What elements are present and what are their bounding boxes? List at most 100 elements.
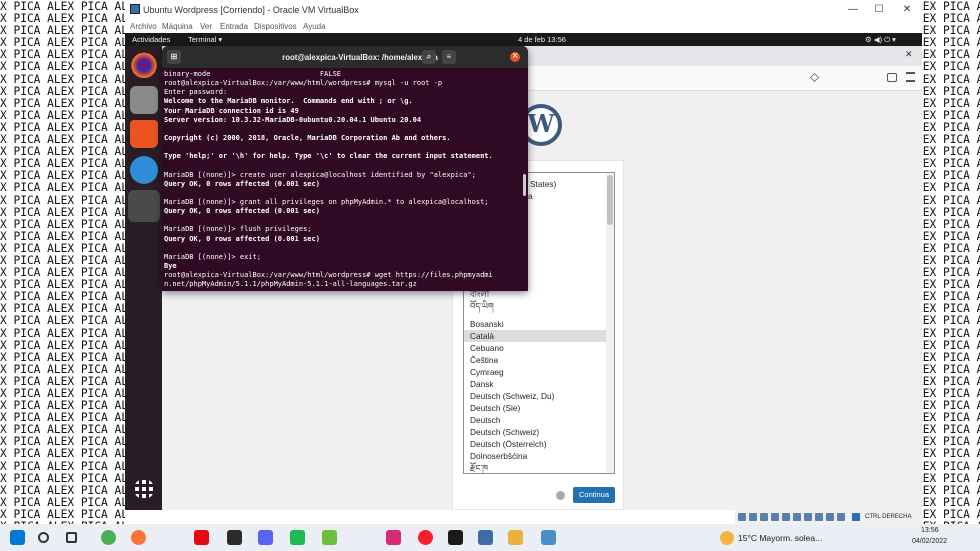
terminal-close-button[interactable]: ✕ <box>510 52 520 62</box>
menu-maquina[interactable]: Máquina <box>162 22 193 31</box>
optical-icon[interactable] <box>749 513 757 521</box>
clock[interactable]: 4 de feb 13:56 <box>518 35 566 44</box>
hdd-icon[interactable] <box>738 513 746 521</box>
language-option[interactable]: Deutsch (Schweiz, Du) <box>464 390 606 402</box>
audio-icon[interactable] <box>760 513 768 521</box>
instagram-icon[interactable] <box>386 530 401 545</box>
shared-folders-icon[interactable] <box>793 513 801 521</box>
menu-ver[interactable]: Ver <box>200 22 212 31</box>
start-icon[interactable] <box>10 530 25 545</box>
terminal-line: Type 'help;' or '\h' for help. Type '\c'… <box>164 152 493 161</box>
firefox-close-icon[interactable]: ✕ <box>905 51 914 60</box>
terminal-line: MariaDB [(none)]> flush privileges; <box>164 225 312 234</box>
menu-dispositivos[interactable]: Dispositivos <box>254 22 297 31</box>
bluestacks-icon[interactable] <box>322 530 337 545</box>
spinner-icon <box>556 491 565 500</box>
vbox-status-bar: CTRL DERECHA <box>735 510 922 524</box>
activities-button[interactable]: Actividades <box>132 35 170 44</box>
language-option[interactable]: Cymraeg <box>464 366 606 378</box>
software-center-icon[interactable] <box>130 120 158 148</box>
ubuntu-dock <box>125 46 162 510</box>
taskbar-time[interactable]: 13:56 <box>921 527 939 534</box>
terminal-app-menu[interactable]: Terminal ▾ <box>188 35 222 44</box>
hamburger-menu-icon[interactable]: ≡ <box>442 50 456 64</box>
usb-icon[interactable] <box>782 513 790 521</box>
firefox-icon[interactable] <box>130 50 158 78</box>
language-scrollbar[interactable] <box>606 173 614 473</box>
host-key-label: CTRL DERECHA <box>865 514 912 520</box>
terminal-title: root@alexpica-VirtualBox: /home/alexpica <box>282 53 438 62</box>
language-option[interactable]: Deutsch (Sie) <box>464 402 606 414</box>
system-menu[interactable]: ⚙ ◀) ⏻ ▾ <box>865 35 896 45</box>
pocket-icon[interactable] <box>887 73 897 82</box>
chrome-icon[interactable] <box>101 530 116 545</box>
language-option[interactable]: Bosanski <box>464 318 606 330</box>
task-view-icon[interactable] <box>66 532 77 543</box>
netflix-icon[interactable] <box>194 530 209 545</box>
terminal-line: Copyright (c) 2000, 2018, Oracle, MariaD… <box>164 133 451 142</box>
terminal-line: MariaDB [(none)]> create user alexpica@l… <box>164 170 476 179</box>
epic-games-icon[interactable] <box>227 530 242 545</box>
terminal-line: root@alexpica-VirtualBox:/var/www/html/w… <box>164 79 443 88</box>
weather-icon[interactable] <box>720 531 734 545</box>
terminal-output[interactable]: binary-mode FALSE root@alexpica-VirtualBo… <box>162 70 522 291</box>
search-icon[interactable] <box>38 532 49 543</box>
close-button[interactable]: ✕ <box>893 2 921 18</box>
terminal-headerbar[interactable]: ⊞ root@alexpica-VirtualBox: /home/alexpi… <box>162 46 528 68</box>
network-icon[interactable] <box>771 513 779 521</box>
language-option[interactable]: Cebuano <box>464 342 606 354</box>
minimize-button[interactable]: — <box>839 2 867 18</box>
vm-menubar: Archivo Máquina Ver Entrada Dispositivos… <box>125 20 922 33</box>
display-icon[interactable] <box>804 513 812 521</box>
language-option[interactable]: བོད་ཡིག <box>464 300 606 312</box>
menu-archivo[interactable]: Archivo <box>130 22 157 31</box>
terminal-line: Query OK, 0 rows affected (0.001 sec) <box>164 207 320 216</box>
files-icon[interactable] <box>130 86 158 114</box>
maximize-button[interactable]: ☐ <box>865 2 893 18</box>
language-option[interactable]: Deutsch (Österreich) <box>464 438 606 450</box>
files-icon[interactable] <box>508 530 523 545</box>
terminal-line: binary-mode FALSE <box>164 70 342 78</box>
taskbar-date[interactable]: 04/02/2022 <box>912 538 947 545</box>
ubisoft-icon[interactable] <box>448 530 463 545</box>
gnome-top-bar: Actividades Terminal ▾ 4 de feb 13:56 ⚙ … <box>125 33 922 46</box>
continue-button[interactable]: Continua <box>573 487 615 503</box>
keyboard-capture-icon[interactable] <box>852 513 860 521</box>
menu-entrada[interactable]: Entrada <box>220 22 248 31</box>
terminal-line: Bye <box>164 261 177 270</box>
system-tray: 15°C Mayorm. solea... 13:56 04/02/2022 <box>716 524 980 551</box>
opera-icon[interactable] <box>418 530 433 545</box>
help-icon[interactable] <box>130 156 158 184</box>
mouse-icon[interactable] <box>837 513 845 521</box>
menu-ayuda[interactable]: Ayuda <box>303 22 326 31</box>
language-option[interactable]: Català <box>464 330 606 342</box>
weather-text[interactable]: 15°C Mayorm. solea... <box>738 533 822 543</box>
language-option[interactable]: Čeština <box>464 354 606 366</box>
recording-icon[interactable] <box>815 513 823 521</box>
show-apps-icon[interactable] <box>135 480 153 498</box>
terminal-line: root@alexpica-VirtualBox:/var/www/html/w… <box>164 271 493 280</box>
virtualbox-icon[interactable] <box>478 530 493 545</box>
language-option[interactable]: Deutsch <box>464 414 606 426</box>
notepad-icon[interactable] <box>541 530 556 545</box>
language-option[interactable]: Dansk <box>464 378 606 390</box>
terminal-line: Server version: 10.3.32-MariaDB-0ubuntu0… <box>164 115 422 124</box>
terminal-window[interactable]: ⊞ root@alexpica-VirtualBox: /home/alexpi… <box>162 46 528 291</box>
terminal-line: Enter password: <box>164 88 228 97</box>
language-option[interactable]: Deutsch (Schweiz) <box>464 426 606 438</box>
cpu-icon[interactable] <box>826 513 834 521</box>
search-icon[interactable]: ⌕ <box>422 50 436 64</box>
menu-icon[interactable] <box>906 72 915 82</box>
terminal-line: Query OK, 0 rows affected (0.001 sec) <box>164 179 320 188</box>
firefox-icon[interactable] <box>131 530 146 545</box>
spotify-icon[interactable] <box>290 530 305 545</box>
vm-titlebar[interactable]: Ubuntu Wordpress [Corriendo] - Oracle VM… <box>125 0 922 20</box>
terminal-scrollbar[interactable] <box>523 174 526 196</box>
terminal-icon[interactable] <box>128 190 160 222</box>
language-option[interactable]: Dolnoserbšćina <box>464 450 606 462</box>
bookmark-star-icon[interactable] <box>810 73 819 82</box>
language-option[interactable]: རྫོང་ཁ <box>464 462 606 473</box>
discord-icon[interactable] <box>258 530 273 545</box>
